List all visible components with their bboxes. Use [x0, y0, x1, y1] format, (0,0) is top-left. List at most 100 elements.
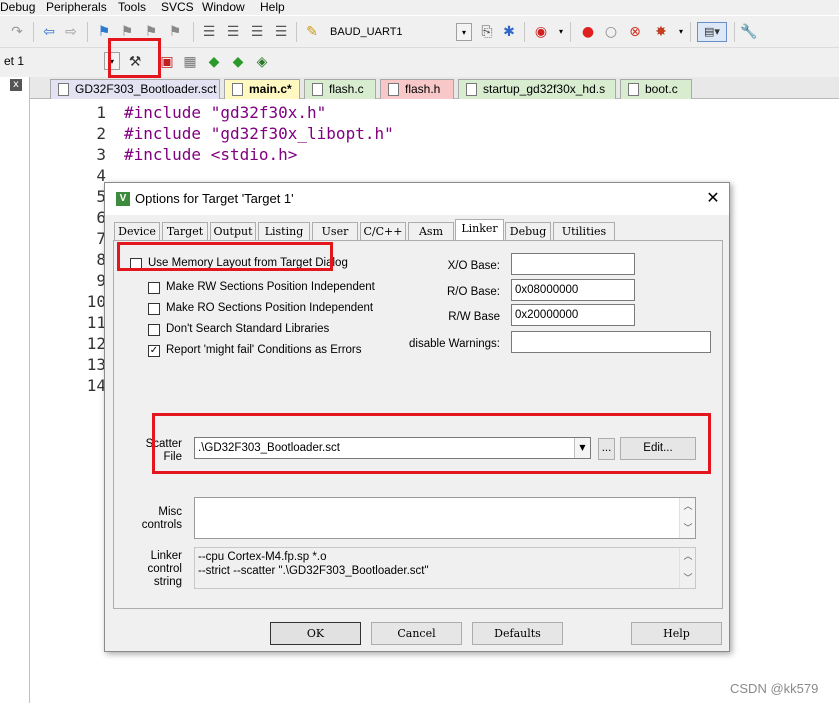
chevron-down-icon[interactable]: ﹀ — [680, 522, 696, 536]
uncomment-icon[interactable]: ☰ — [272, 23, 290, 41]
misc-controls-field[interactable]: ︿ ﹀ — [194, 497, 696, 539]
pack-installer-icon[interactable]: ◆ — [205, 53, 223, 71]
watermark: CSDN @kk579 — [730, 681, 819, 696]
chevron-up-icon[interactable]: ︿ — [680, 550, 696, 564]
ro-base-field[interactable]: 0x08000000 — [511, 279, 635, 301]
linker-label-line1: Linker — [150, 550, 182, 562]
find-icon[interactable]: ⎘ — [478, 23, 496, 41]
menu-svcs[interactable]: SVCS — [161, 0, 194, 15]
clear-bookmarks-icon[interactable]: ⚑ — [166, 23, 184, 41]
defaults-button[interactable]: Defaults — [472, 622, 563, 645]
incremental-find-icon[interactable]: ✱ — [500, 23, 518, 41]
scrollbar[interactable]: ︿ ﹀ — [679, 498, 695, 538]
tab-debug[interactable]: Debug — [505, 222, 551, 240]
include-path: "gd32f30x.h" — [210, 103, 327, 122]
ro-position-independent-checkbox[interactable] — [148, 303, 160, 315]
menu-debug[interactable]: Debug — [0, 0, 35, 15]
close-icon[interactable]: x — [10, 79, 22, 91]
wrench-icon[interactable]: 🔧 — [740, 23, 758, 41]
help-button[interactable]: Help — [631, 622, 722, 645]
line-number: 12 — [86, 334, 106, 353]
highlight-box-scatter-file — [152, 413, 711, 474]
tab-user[interactable]: User — [312, 222, 358, 240]
menu-window[interactable]: Window — [202, 0, 245, 15]
find-in-files-icon[interactable]: ✎ — [303, 23, 321, 41]
line-number: 8 — [96, 250, 106, 269]
configure-icon[interactable]: ✸ — [652, 23, 670, 41]
keil-logo-icon: V — [116, 192, 130, 206]
code-line: #include "gd32f30x.h" — [124, 103, 326, 122]
menu-peripherals[interactable]: Peripherals — [46, 0, 107, 15]
tab-device[interactable]: Device — [114, 222, 160, 240]
document-icon — [232, 83, 243, 96]
breakpoint-icon[interactable]: ● — [579, 23, 597, 41]
misc-controls-label: Misc controls — [134, 506, 182, 532]
tab-label: flash.c — [329, 82, 364, 96]
tab-asm[interactable]: Asm — [408, 222, 454, 240]
include-path: <stdio.h> — [210, 145, 298, 164]
select-packs-icon[interactable]: ◈ — [253, 53, 271, 71]
tab-linker[interactable]: Linker — [455, 219, 504, 241]
debug-session-icon[interactable]: ◉ — [532, 23, 550, 41]
forward-icon[interactable]: ⇨ — [62, 23, 80, 41]
close-icon[interactable]: ✕ — [703, 188, 723, 208]
dialog-title: Options for Target 'Target 1' — [135, 191, 294, 206]
disable-warnings-field[interactable] — [511, 331, 711, 353]
tab-listing[interactable]: Listing — [258, 222, 310, 240]
indent-icon[interactable]: ☰ — [200, 23, 218, 41]
tab-label: startup_gd32f30x_hd.s — [483, 82, 606, 96]
run-time-environment-icon[interactable]: ◆ — [229, 53, 247, 71]
linker-control-string-label: Linker control string — [128, 550, 182, 589]
menu-bar: Debug Peripherals Tools SVCS Window Help — [0, 0, 839, 15]
menu-tools[interactable]: Tools — [118, 0, 146, 15]
manage-components-icon[interactable]: ▦ — [181, 53, 199, 71]
chevron-down-icon[interactable]: ▾ — [456, 23, 472, 41]
comment-icon[interactable]: ☰ — [248, 23, 266, 41]
chevron-down-icon[interactable]: ▾ — [552, 23, 570, 41]
kill-breakpoints-icon[interactable]: ⊗ — [626, 23, 644, 41]
unindent-icon[interactable]: ☰ — [224, 23, 242, 41]
find-combo-value: BAUD_UART1 — [330, 26, 403, 38]
code-line: #include <stdio.h> — [124, 145, 297, 164]
tab-flash-h[interactable]: flash.h — [380, 79, 454, 99]
target-combo[interactable]: et 1 ▾ — [0, 52, 120, 72]
ro-position-independent-label: Make RO Sections Position Independent — [166, 302, 374, 314]
linker-control-string-field: --cpu Cortex-M4.fp.sp *.o --strict --sca… — [194, 547, 696, 589]
ok-button[interactable]: OK — [270, 622, 361, 645]
tab-c-cpp[interactable]: C/C++ — [360, 222, 406, 240]
dont-search-std-libs-checkbox[interactable] — [148, 324, 160, 336]
chevron-up-icon[interactable]: ︿ — [680, 500, 696, 514]
line-number: 14 — [86, 376, 106, 395]
tab-utilities[interactable]: Utilities — [553, 222, 615, 240]
toolbar-separator — [524, 22, 525, 42]
window-layout-icon[interactable]: ▤▾ — [697, 22, 727, 42]
xo-base-field[interactable] — [511, 253, 635, 275]
report-might-fail-checkbox[interactable]: ✓ — [148, 345, 160, 357]
chevron-down-icon[interactable]: ▾ — [672, 23, 690, 41]
toolbar-separator — [734, 22, 735, 42]
toolbar-separator — [33, 22, 34, 42]
redo-icon[interactable]: ↷ — [8, 23, 26, 41]
tab-main-c[interactable]: main.c* — [224, 79, 300, 99]
find-combo[interactable]: BAUD_UART1 ▾ — [326, 23, 474, 43]
back-icon[interactable]: ⇦ — [40, 23, 58, 41]
tab-target[interactable]: Target — [162, 222, 208, 240]
scrollbar[interactable]: ︿ ﹀ — [679, 548, 695, 588]
dialog-titlebar: V Options for Target 'Target 1' ✕ — [105, 183, 729, 215]
toolbar-separator — [87, 22, 88, 42]
tab-boot-c[interactable]: boot.c — [620, 79, 692, 99]
toolbar-separator — [296, 22, 297, 42]
misc-label-line2: controls — [141, 519, 182, 531]
rw-position-independent-checkbox[interactable] — [148, 282, 160, 294]
tab-flash-c[interactable]: flash.c — [304, 79, 376, 99]
disable-breakpoint-icon[interactable]: ○ — [602, 23, 620, 41]
tab-startup-gd32f30x-hd-s[interactable]: startup_gd32f30x_hd.s — [458, 79, 616, 99]
tab-output[interactable]: Output — [210, 222, 256, 240]
rw-base-field[interactable]: 0x20000000 — [511, 304, 635, 326]
disable-warnings-label: disable Warnings: — [409, 338, 500, 350]
tab-gd32f303-bootloader-sct[interactable]: GD32F303_Bootloader.sct — [50, 79, 220, 99]
menu-help[interactable]: Help — [260, 0, 285, 15]
chevron-down-icon[interactable]: ﹀ — [680, 572, 696, 586]
report-might-fail-label: Report 'might fail' Conditions as Errors — [166, 344, 362, 356]
cancel-button[interactable]: Cancel — [371, 622, 462, 645]
